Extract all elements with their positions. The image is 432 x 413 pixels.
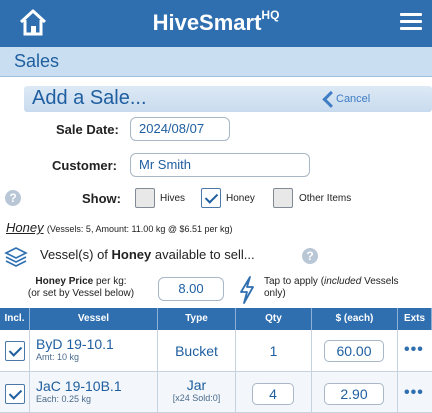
app-title: HiveSmartHQ	[152, 7, 280, 35]
help-icon[interactable]: ?	[5, 190, 21, 206]
vessels-available-text: Vessel(s) of Honey available to sell...	[40, 247, 255, 262]
vessel-name: ByD 19-10.1	[36, 336, 114, 352]
more-options-icon[interactable]: •••	[404, 384, 424, 402]
honey-summary-details: (Vessels: 5, Amount: 11.00 kg @ $6.51 pe…	[46, 224, 233, 234]
show-other-items-checkbox[interactable]	[273, 188, 293, 208]
apply-price-text: Tap to apply (included Vessels only)	[264, 276, 399, 299]
column-header-exts: Exts	[398, 308, 432, 330]
table-row: ByD 19-10.1 Amt: 10 kg Bucket 1 60.00 ••…	[0, 330, 432, 372]
cancel-button[interactable]: Cancel	[320, 89, 406, 109]
honey-summary-product: Honey	[6, 220, 44, 235]
column-header-vessel: Vessel	[30, 308, 158, 330]
vessel-qty: 1	[236, 330, 312, 372]
lightning-bolt-icon[interactable]	[238, 276, 256, 304]
customer-label: Customer:	[52, 158, 118, 173]
show-hives-checkbox[interactable]	[135, 188, 155, 208]
include-checkbox[interactable]	[5, 341, 25, 361]
more-options-icon[interactable]: •••	[404, 341, 424, 359]
vessels-help-icon[interactable]: ?	[302, 248, 318, 264]
honey-price-field[interactable]: 8.00	[158, 277, 224, 301]
price-each-field[interactable]: 2.90	[324, 383, 384, 405]
section-header: Sales	[0, 47, 432, 77]
column-header-qty: Qty	[236, 308, 312, 330]
show-other-items-label: Other Items	[299, 193, 352, 204]
add-sale-title: Add a Sale...	[32, 87, 147, 109]
vessel-type-detail: [x24 Sold:0]	[172, 393, 221, 403]
include-checkbox[interactable]	[5, 384, 25, 404]
vessel-type: Jar	[186, 377, 207, 393]
hamburger-menu-icon[interactable]	[400, 13, 422, 31]
app-header: HiveSmartHQ	[0, 0, 432, 47]
price-each-field[interactable]: 60.00	[324, 340, 384, 362]
honey-price-label: Honey Price per kg: (or set by Vessel be…	[27, 276, 135, 299]
vessel-name: JaC 19-10B.1	[36, 378, 122, 394]
sale-date-field[interactable]: 2024/08/07	[130, 117, 230, 141]
table-row: JaC 19-10B.1 Each: 0.25 kg Jar [x24 Sold…	[0, 372, 432, 413]
show-honey-label: Honey	[226, 193, 255, 204]
qty-field[interactable]: 4	[252, 383, 294, 405]
show-honey-checkbox[interactable]	[201, 188, 221, 208]
honey-summary: Honey (Vessels: 5, Amount: 11.00 kg @ $6…	[6, 220, 233, 235]
column-header-type: Type	[158, 308, 236, 330]
vessel-stack-icon	[4, 247, 28, 267]
vessel-type: Bucket	[158, 330, 236, 372]
add-sale-header: Add a Sale... Cancel	[24, 86, 432, 112]
section-title: Sales	[14, 51, 60, 71]
show-label: Show:	[82, 191, 121, 206]
sale-date-label: Sale Date:	[56, 122, 119, 137]
vessel-each-amount: Each: 0.25 kg	[36, 394, 92, 404]
customer-field[interactable]: Mr Smith	[130, 153, 310, 177]
show-hives-label: Hives	[160, 193, 186, 204]
column-header-price-each: $ (each)	[312, 308, 398, 330]
vessel-amount: Amt: 10 kg	[36, 352, 80, 362]
column-header-incl: Incl.	[0, 308, 30, 330]
